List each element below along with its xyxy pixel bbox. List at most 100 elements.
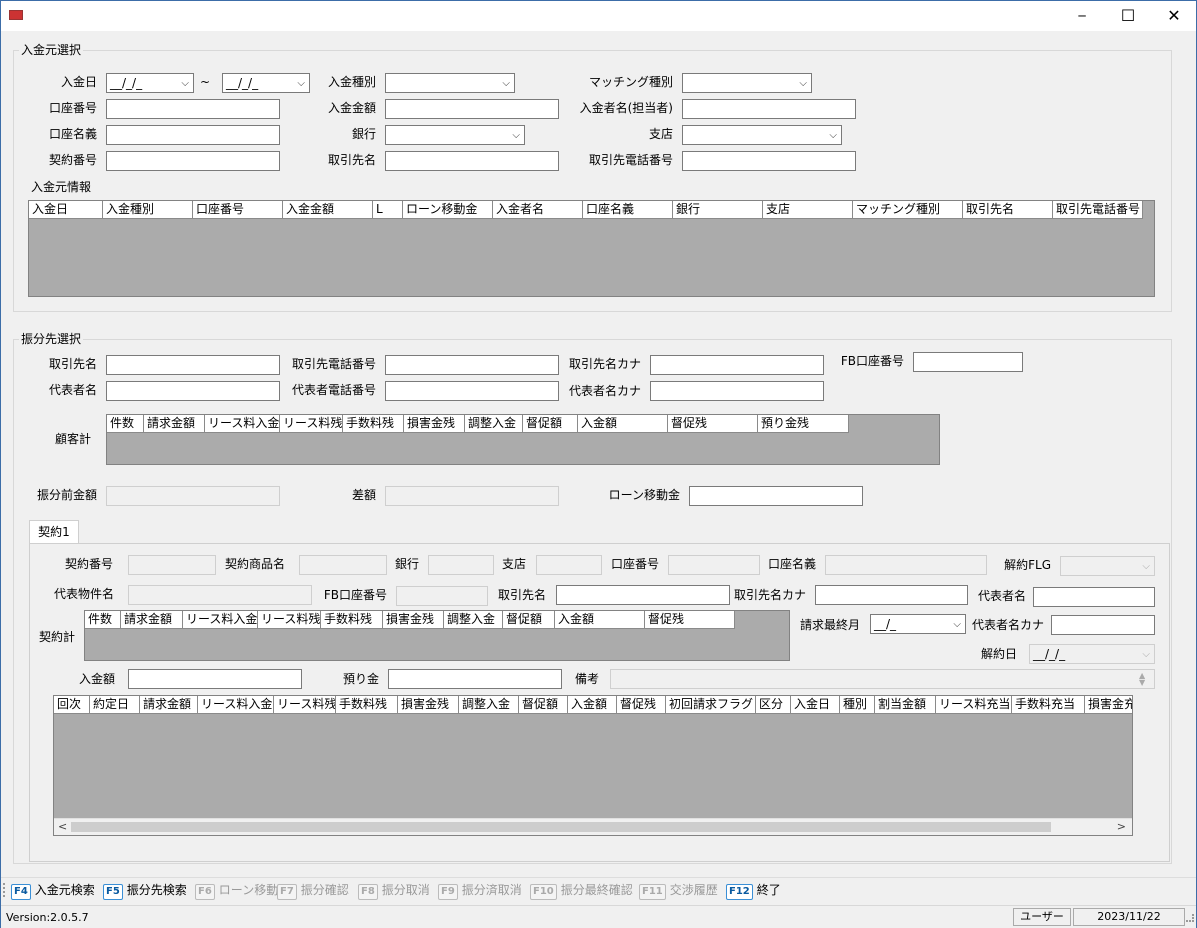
f7-confirm-button[interactable]: F7 振分確認 bbox=[277, 881, 349, 900]
f4-search-source-button[interactable]: F4 入金元検索 bbox=[11, 881, 95, 900]
branch-select[interactable]: ⌵ bbox=[682, 125, 842, 145]
account-number-input[interactable] bbox=[106, 99, 280, 119]
column-header[interactable]: 調整入金 bbox=[459, 696, 519, 714]
column-header[interactable]: 口座名義 bbox=[583, 201, 673, 219]
payment-source-grid[interactable]: 入金日 入金種別 口座番号 入金金額 L ローン移動金 入金者名 口座名義 銀行… bbox=[28, 200, 1155, 297]
loan-transfer-input[interactable] bbox=[689, 486, 863, 506]
scrollbar-thumb[interactable] bbox=[71, 822, 1051, 832]
column-header[interactable]: 入金日 bbox=[791, 696, 840, 714]
f6-loan-transfer-button[interactable]: F6 ローン移動 bbox=[195, 881, 278, 900]
column-header[interactable]: リース料入金 bbox=[205, 415, 280, 433]
payment-type-select[interactable]: ⌵ bbox=[385, 73, 515, 93]
column-header[interactable]: 入金額 bbox=[555, 611, 645, 629]
column-header[interactable]: 種別 bbox=[840, 696, 875, 714]
column-header[interactable]: 支店 bbox=[763, 201, 853, 219]
column-header[interactable]: 督促残 bbox=[645, 611, 735, 629]
f12-exit-button[interactable]: F12 終了 bbox=[726, 881, 781, 900]
payer-name-input[interactable] bbox=[682, 99, 856, 119]
column-header[interactable]: 入金種別 bbox=[103, 201, 193, 219]
f11-negotiation-history-button[interactable]: F11 交渉履歴 bbox=[639, 881, 718, 900]
column-header[interactable]: 入金金額 bbox=[283, 201, 373, 219]
scroll-right-icon[interactable]: > bbox=[1117, 820, 1126, 833]
representative-kana-input[interactable] bbox=[650, 381, 824, 401]
column-header[interactable]: 請求金額 bbox=[144, 415, 205, 433]
column-header[interactable]: リース料残 bbox=[274, 696, 336, 714]
column-header[interactable]: リース料入金 bbox=[183, 611, 258, 629]
maximize-button[interactable]: ☐ bbox=[1105, 1, 1151, 31]
payment-date-from-select[interactable]: __/_/_ ⌵ bbox=[106, 73, 194, 93]
column-header[interactable]: 手数料充当 bbox=[1012, 696, 1085, 714]
column-header[interactable]: 手数料残 bbox=[343, 415, 404, 433]
contract-client-name-input[interactable] bbox=[556, 585, 730, 605]
scroll-left-icon[interactable]: < bbox=[58, 820, 67, 833]
deposit-input[interactable] bbox=[388, 669, 562, 689]
column-header[interactable]: リース料残 bbox=[258, 611, 321, 629]
column-header[interactable]: 督促残 bbox=[668, 415, 758, 433]
payment-amount-input[interactable] bbox=[385, 99, 559, 119]
column-header[interactable]: 割当金額 bbox=[875, 696, 936, 714]
target-client-name-input[interactable] bbox=[106, 355, 280, 375]
column-header[interactable]: 手数料残 bbox=[321, 611, 383, 629]
column-header[interactable]: 請求金額 bbox=[121, 611, 183, 629]
column-header[interactable]: リース料入金 bbox=[198, 696, 274, 714]
column-header[interactable]: 入金額 bbox=[578, 415, 668, 433]
close-button[interactable]: ✕ bbox=[1151, 1, 1197, 31]
f5-search-target-button[interactable]: F5 振分先検索 bbox=[103, 881, 187, 900]
payment-date-to-select[interactable]: __/_/_ ⌵ bbox=[222, 73, 310, 93]
column-header[interactable]: 回次 bbox=[54, 696, 90, 714]
column-header[interactable]: 損害金充 bbox=[1085, 696, 1132, 714]
column-header[interactable]: 銀行 bbox=[673, 201, 763, 219]
column-header[interactable]: 入金日 bbox=[29, 201, 103, 219]
column-header[interactable]: 損害金残 bbox=[383, 611, 444, 629]
column-header[interactable]: 督促額 bbox=[523, 415, 578, 433]
column-header[interactable]: 督促額 bbox=[503, 611, 555, 629]
representative-name-input[interactable] bbox=[106, 381, 280, 401]
contract-detail-grid[interactable]: 回次 約定日 請求金額 リース料入金 リース料残 手数料残 損害金残 調整入金 … bbox=[53, 695, 1133, 836]
billing-last-month-select[interactable]: __/_ ⌵ bbox=[870, 614, 966, 634]
contract-rep-name-input[interactable] bbox=[1033, 587, 1155, 607]
contract-number-input[interactable] bbox=[106, 151, 280, 171]
resize-grip-icon[interactable] bbox=[1186, 914, 1194, 922]
column-header[interactable]: 調整入金 bbox=[465, 415, 523, 433]
client-name-input[interactable] bbox=[385, 151, 559, 171]
column-header[interactable]: 取引先名 bbox=[963, 201, 1053, 219]
column-header[interactable]: 件数 bbox=[85, 611, 121, 629]
target-client-phone-input[interactable] bbox=[385, 355, 559, 375]
column-header[interactable]: 初回請求フラグ bbox=[666, 696, 756, 714]
column-header[interactable]: 入金者名 bbox=[493, 201, 583, 219]
tab-contract-1[interactable]: 契約1 bbox=[29, 520, 79, 544]
bank-select[interactable]: ⌵ bbox=[385, 125, 525, 145]
column-header[interactable]: 区分 bbox=[756, 696, 791, 714]
column-header[interactable]: 督促額 bbox=[519, 696, 568, 714]
f8-cancel-button[interactable]: F8 振分取消 bbox=[358, 881, 430, 900]
paid-amount-input[interactable] bbox=[128, 669, 302, 689]
column-header[interactable]: 預り金残 bbox=[758, 415, 849, 433]
minimize-button[interactable]: ─ bbox=[1059, 1, 1105, 31]
column-header[interactable]: 請求金額 bbox=[140, 696, 198, 714]
f9-cancel-distributed-button[interactable]: F9 振分済取消 bbox=[438, 881, 522, 900]
column-header[interactable]: 損害金残 bbox=[398, 696, 459, 714]
fb-account-input[interactable] bbox=[913, 352, 1023, 372]
column-header[interactable]: リース料残 bbox=[280, 415, 343, 433]
column-header[interactable]: 損害金残 bbox=[404, 415, 465, 433]
column-header[interactable]: 調整入金 bbox=[444, 611, 503, 629]
contract-client-kana-input[interactable] bbox=[815, 585, 968, 605]
account-name-input[interactable] bbox=[106, 125, 280, 145]
column-header[interactable]: ローン移動金 bbox=[403, 201, 493, 219]
f10-final-confirm-button[interactable]: F10 振分最終確認 bbox=[530, 881, 633, 900]
contract-total-grid[interactable]: 件数 請求金額 リース料入金 リース料残 手数料残 損害金残 調整入金 督促額 … bbox=[84, 610, 790, 661]
column-header[interactable]: 督促残 bbox=[617, 696, 666, 714]
matching-type-select[interactable]: ⌵ bbox=[682, 73, 812, 93]
column-header[interactable]: 約定日 bbox=[90, 696, 140, 714]
client-phone-input[interactable] bbox=[682, 151, 856, 171]
representative-phone-input[interactable] bbox=[385, 381, 559, 401]
column-header[interactable]: マッチング種別 bbox=[853, 201, 963, 219]
column-header[interactable]: 件数 bbox=[107, 415, 144, 433]
contract-rep-kana-input[interactable] bbox=[1051, 615, 1155, 635]
column-header[interactable]: 口座番号 bbox=[193, 201, 283, 219]
horizontal-scrollbar[interactable]: < > bbox=[54, 818, 1132, 835]
customer-total-grid[interactable]: 件数 請求金額 リース料入金 リース料残 手数料残 損害金残 調整入金 督促額 … bbox=[106, 414, 940, 465]
column-header[interactable]: 入金額 bbox=[568, 696, 617, 714]
column-header[interactable]: リース料充当 bbox=[936, 696, 1012, 714]
column-header[interactable]: 取引先電話番号 bbox=[1053, 201, 1143, 219]
